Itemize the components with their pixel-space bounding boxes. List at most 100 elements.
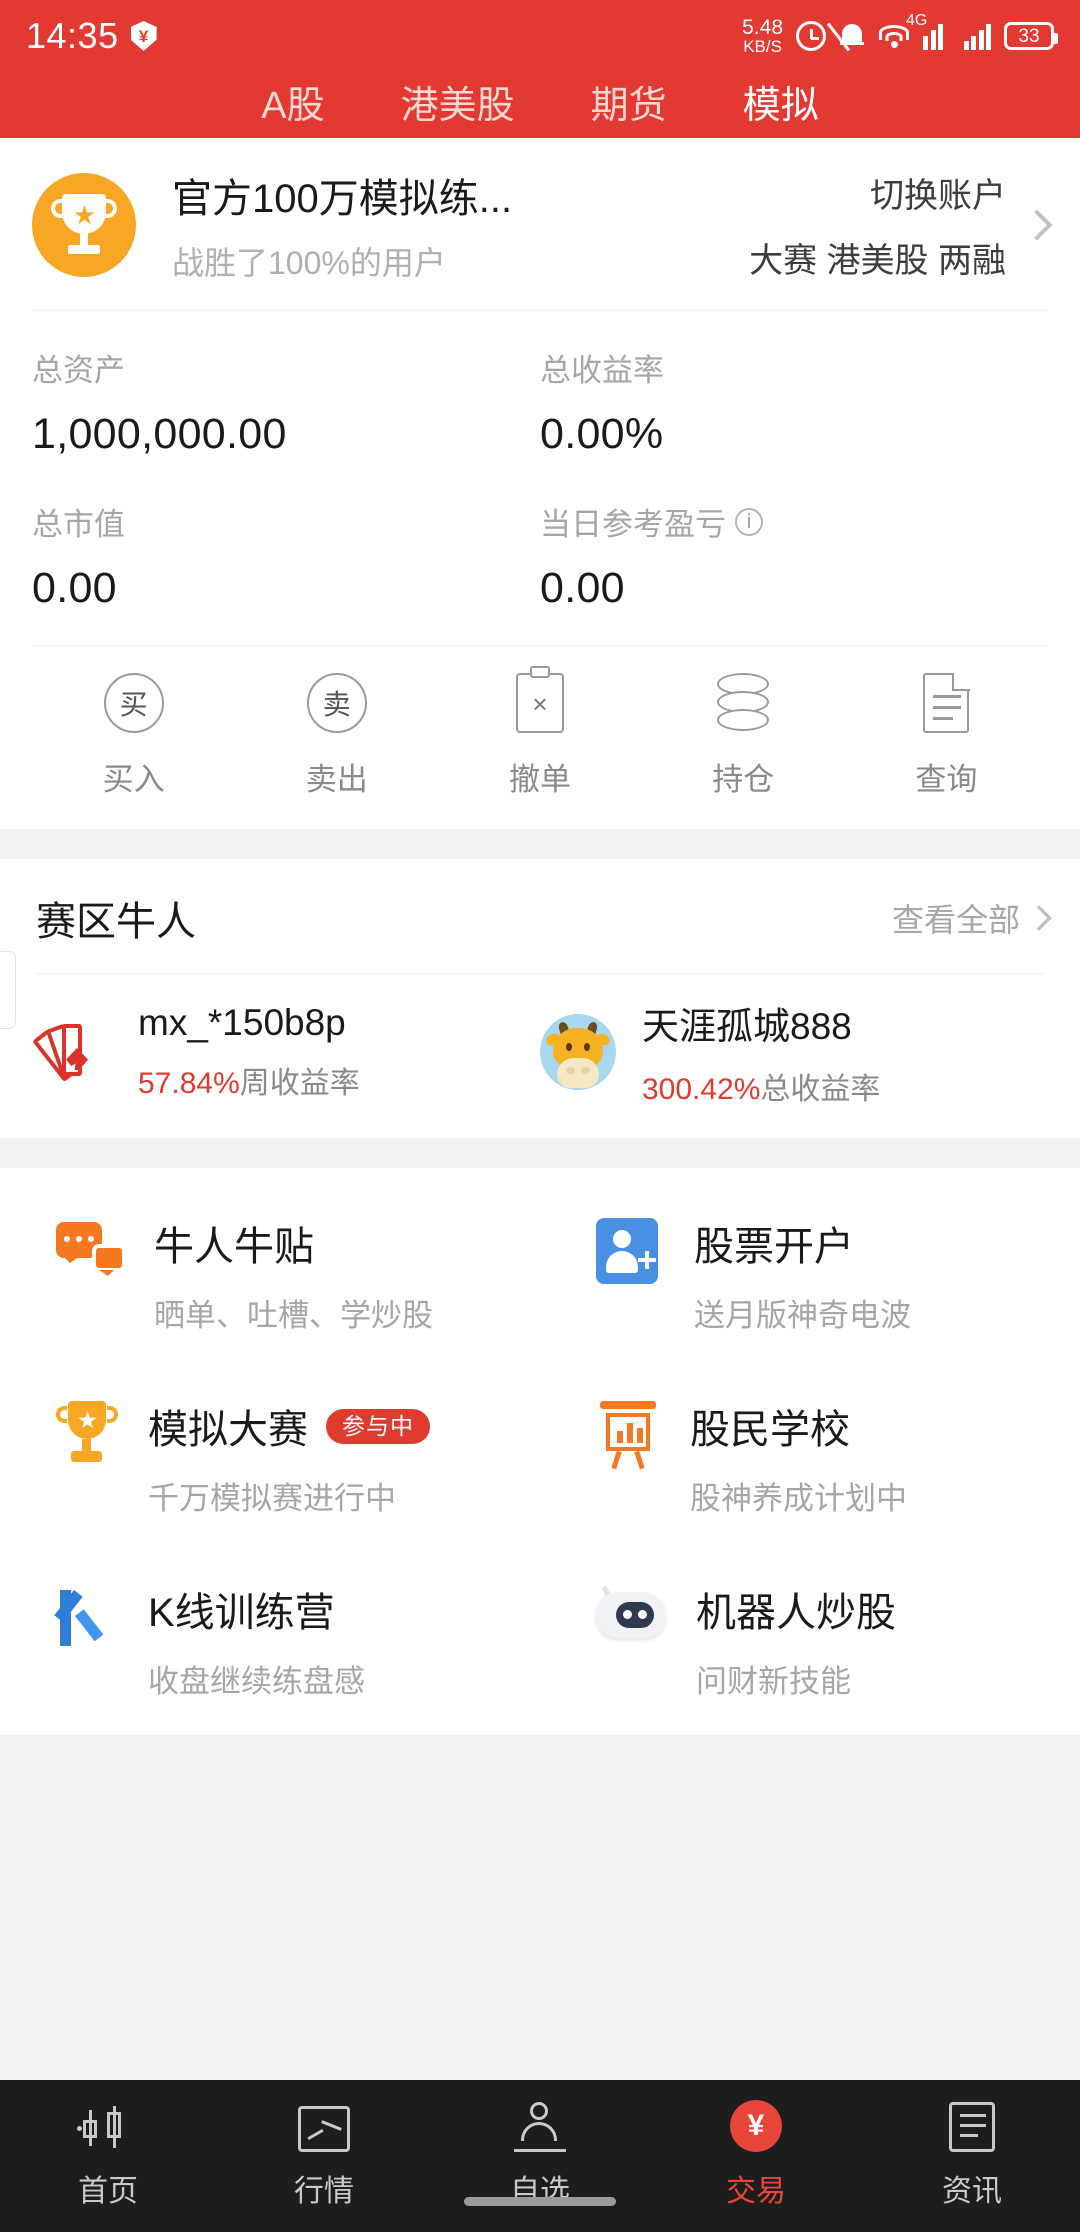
star-traders-section: 赛区牛人 查看全部 mx_*150b8p 57.84%周收益率 天涯孤城888 … — [0, 859, 1080, 1138]
stat-total-assets-label: 总资产 — [32, 353, 125, 388]
feature-title: 牛人牛贴 — [154, 1225, 314, 1269]
chart-easel-icon — [596, 1401, 660, 1470]
line-chart-icon — [298, 2106, 350, 2152]
action-cancel-order[interactable]: × 撤单 — [438, 666, 641, 799]
buy-icon: 买 — [103, 673, 164, 733]
feature-row: K线训练营 收盘继续练盘感 机器人炒股 问财新技能 — [0, 1548, 1080, 1731]
k-letter-icon — [54, 1584, 118, 1652]
trader-rate: 300.42%总收益率 — [642, 1064, 880, 1108]
bottom-navigation: 首页 行情 自选 ¥ 交易 资讯 — [0, 2080, 1080, 2232]
view-all-button[interactable]: 查看全部 — [891, 895, 1052, 941]
feature-text: 机器人炒股 问财新技能 — [696, 1580, 896, 1701]
feature-desc: 晒单、吐槽、学炒股 — [154, 1298, 433, 1333]
playing-cards-icon — [32, 1014, 112, 1090]
section-gap — [0, 829, 1080, 859]
side-tab-handle[interactable] — [0, 951, 16, 1029]
stats-row-2: 总市值 0.00 当日参考盈亏 i 0.00 — [32, 499, 1048, 613]
stat-total-return-rate-value: 0.00% — [540, 410, 664, 458]
shield-icon: ¥ — [130, 21, 157, 51]
trader-name: 天涯孤城888 — [642, 1006, 852, 1047]
stats-row-1: 总资产 1,000,000.00 总收益率 0.00% — [32, 345, 1048, 459]
account-tags: 大赛 港美股 两融 — [749, 242, 1006, 280]
document-icon — [923, 673, 970, 733]
feature-row: 牛人牛贴 晒单、吐槽、学炒股 股票开户 送月版神奇电波 — [0, 1182, 1080, 1365]
feature-robot-trading[interactable]: 机器人炒股 问财新技能 — [540, 1548, 1080, 1731]
nav-home[interactable]: 首页 — [0, 2102, 216, 2210]
list-item[interactable]: 天涯孤城888 300.42%总收益率 — [540, 996, 1044, 1108]
feature-simulation-contest[interactable]: 模拟大赛 参与中 千万模拟赛进行中 — [0, 1365, 540, 1548]
view-all-label: 查看全部 — [891, 902, 1020, 938]
feature-title: 机器人炒股 — [696, 1591, 896, 1635]
network-type-label: 4G — [906, 12, 928, 29]
feature-title: K线训练营 — [148, 1591, 335, 1635]
trader-rate-label: 周收益率 — [239, 1067, 360, 1100]
action-sell[interactable]: 卖 卖出 — [235, 672, 438, 799]
nav-quotes-label: 行情 — [294, 2175, 354, 2208]
feature-niuren-posts[interactable]: 牛人牛贴 晒单、吐槽、学炒股 — [0, 1182, 540, 1365]
star-traders-title: 赛区牛人 — [36, 900, 196, 944]
tab-hk-us[interactable]: 港美股 — [397, 74, 519, 129]
cow-avatar-icon — [540, 1014, 616, 1090]
stat-daily-pnl: 当日参考盈亏 i 0.00 — [540, 499, 1048, 613]
feature-open-account[interactable]: 股票开户 送月版神奇电波 — [540, 1182, 1080, 1365]
avatar — [32, 173, 136, 277]
chevron-right-icon[interactable] — [1021, 209, 1053, 241]
feature-text: 股票开户 送月版神奇电波 — [694, 1214, 911, 1335]
account-card: 官方100万模拟练... 战胜了100%的用户 切换账户 大赛 港美股 两融 总… — [0, 138, 1080, 829]
account-name: 官方100万模拟练... — [172, 177, 513, 221]
star-traders-header: 赛区牛人 查看全部 — [0, 859, 1080, 973]
nav-trade[interactable]: ¥ 交易 — [648, 2100, 864, 2210]
switch-account-label[interactable]: 切换账户 — [749, 168, 1006, 217]
action-query[interactable]: 查询 — [845, 672, 1048, 799]
trophy-icon — [56, 1401, 118, 1469]
account-switch-block[interactable]: 切换账户 大赛 港美股 两融 — [749, 168, 1006, 282]
action-sell-label: 卖出 — [305, 762, 368, 797]
trader-info: mx_*150b8p 57.84%周收益率 — [138, 1002, 360, 1102]
buy-glyph: 买 — [119, 689, 148, 720]
quick-actions: 买 买入 卖 卖出 × 撤单 持仓 查询 — [32, 645, 1048, 829]
status-bar-right: 5.48 KB/S 4G 33 — [742, 12, 1058, 56]
feature-desc: 问财新技能 — [696, 1664, 851, 1699]
top-tab-bar[interactable]: A股 港美股 期货 模拟 — [0, 72, 1080, 138]
nav-quotes[interactable]: 行情 — [216, 2102, 432, 2210]
person-icon — [512, 2102, 568, 2152]
news-document-icon — [949, 2102, 995, 2152]
shield-symbol: ¥ — [138, 26, 149, 46]
feature-kline-camp[interactable]: K线训练营 收盘继续练盘感 — [0, 1548, 540, 1731]
cancel-glyph: × — [532, 689, 548, 719]
feature-text: 模拟大赛 参与中 千万模拟赛进行中 — [148, 1397, 430, 1518]
robot-icon — [596, 1584, 666, 1646]
nav-watchlist[interactable]: 自选 — [432, 2102, 648, 2210]
nav-news[interactable]: 资讯 — [864, 2102, 1080, 2210]
network-speed-unit: KB/S — [743, 37, 782, 56]
feature-desc: 收盘继续练盘感 — [148, 1664, 365, 1699]
mute-bell-icon — [826, 21, 865, 52]
info-icon[interactable]: i — [735, 507, 763, 536]
status-badge: 参与中 — [326, 1408, 430, 1444]
feature-investor-school[interactable]: 股民学校 股神养成计划中 — [540, 1365, 1080, 1548]
status-time: 14:35 — [26, 15, 119, 56]
action-positions[interactable]: 持仓 — [642, 672, 845, 799]
stat-total-assets-value: 1,000,000.00 — [32, 410, 287, 458]
feature-text: K线训练营 收盘继续练盘感 — [148, 1580, 365, 1701]
feature-title: 股民学校 — [690, 1408, 850, 1452]
action-buy-label: 买入 — [102, 762, 165, 797]
feature-text: 股民学校 股神养成计划中 — [690, 1397, 907, 1518]
section-gap — [0, 1138, 1080, 1168]
status-bar: 14:35 ¥ 5.48 KB/S 4G 33 — [0, 0, 1080, 72]
tab-futures[interactable]: 期货 — [587, 74, 671, 129]
account-row[interactable]: 官方100万模拟练... 战胜了100%的用户 切换账户 大赛 港美股 两融 — [0, 138, 1080, 310]
trader-rate-value: 57.84% — [138, 1067, 240, 1100]
trader-rate-value: 300.42% — [642, 1073, 761, 1106]
tab-simulation[interactable]: 模拟 — [739, 74, 823, 129]
network-speed-value: 5.48 — [742, 16, 783, 39]
nav-trade-label: 交易 — [726, 2175, 786, 2208]
status-bar-left: 14:35 ¥ — [26, 15, 157, 57]
feature-grid: 牛人牛贴 晒单、吐槽、学炒股 股票开户 送月版神奇电波 模拟大赛 参与中 千万模… — [0, 1168, 1080, 1735]
alarm-icon — [796, 21, 826, 51]
action-buy[interactable]: 买 买入 — [32, 672, 235, 799]
list-item[interactable]: mx_*150b8p 57.84%周收益率 — [32, 996, 540, 1108]
feature-desc: 送月版神奇电波 — [694, 1298, 911, 1333]
tab-a-shares[interactable]: A股 — [257, 74, 328, 129]
nav-news-label: 资讯 — [942, 2175, 1002, 2208]
